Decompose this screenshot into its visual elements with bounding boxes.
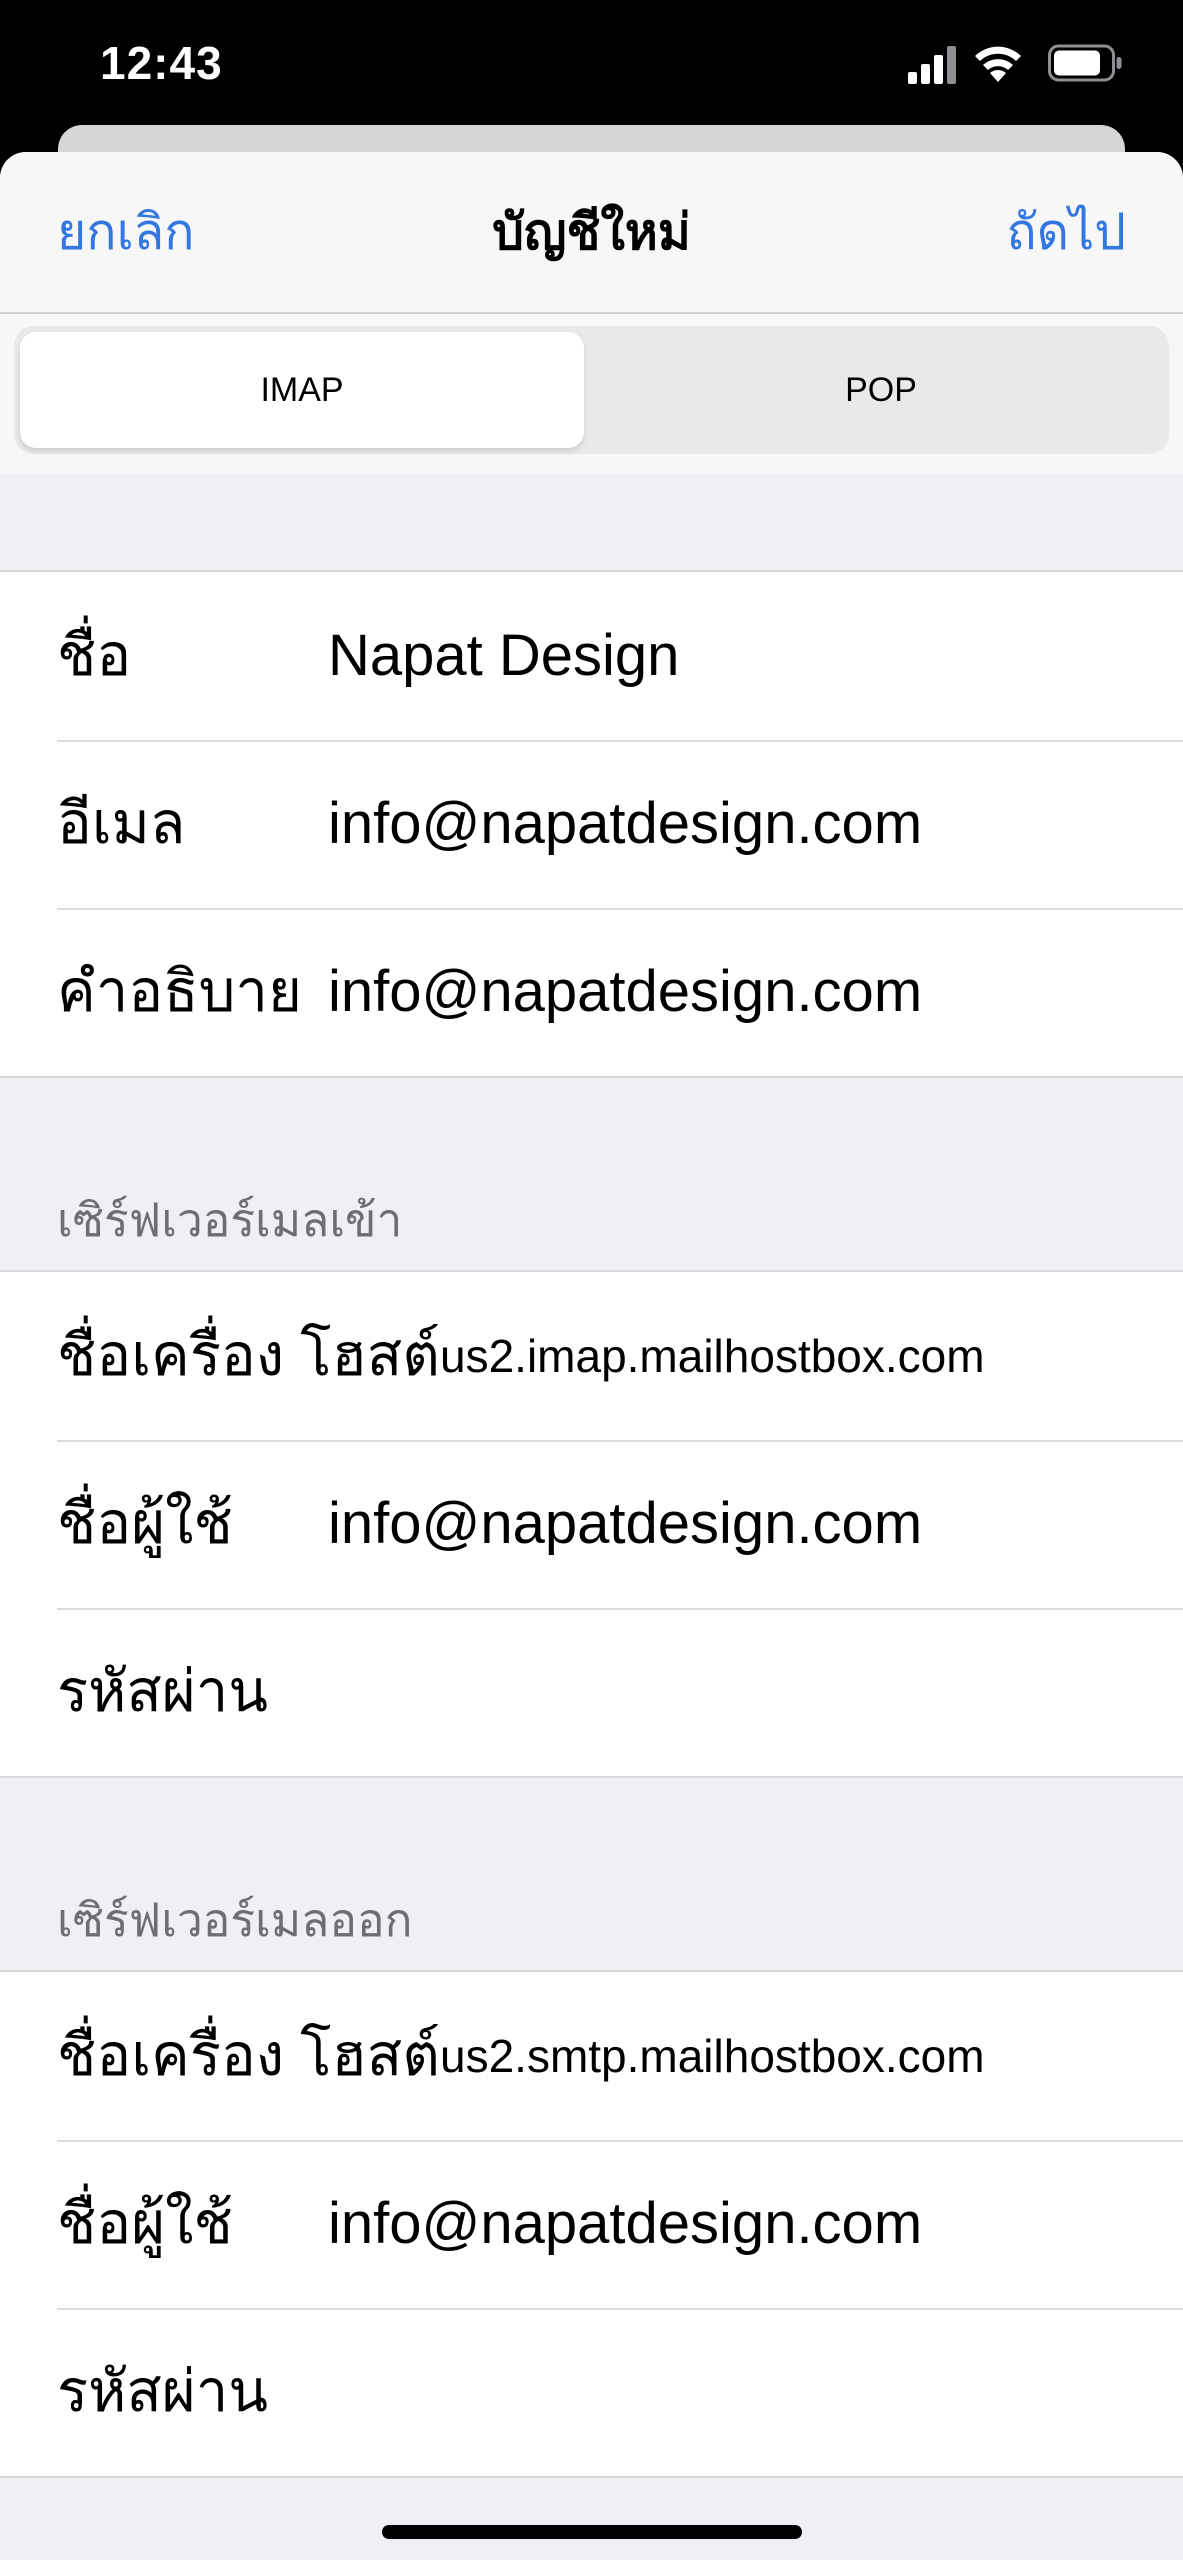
name-label: ชื่อ xyxy=(57,623,132,688)
email-row: อีเมล info@napatdesign.com xyxy=(0,740,1183,908)
outgoing-username-field[interactable]: info@napatdesign.com xyxy=(328,2140,922,2308)
email-field[interactable]: info@napatdesign.com xyxy=(328,740,922,908)
segment-pop[interactable]: POP xyxy=(599,332,1163,448)
incoming-username-row: ชื่อผู้ใช้ info@napatdesign.com xyxy=(0,1440,1183,1608)
description-row: คำอธิบาย info@napatdesign.com xyxy=(0,908,1183,1076)
incoming-host-row: ชื่อเครื่อง โฮสต์ us2.imap.mailhostbox.c… xyxy=(0,1272,1183,1440)
email-label: อีเมล xyxy=(57,791,186,856)
description-field[interactable]: info@napatdesign.com xyxy=(328,908,922,1076)
segmented-control: IMAP POP xyxy=(14,326,1169,454)
outgoing-password-row: รหัสผ่าน xyxy=(0,2308,1183,2476)
incoming-host-field[interactable]: us2.imap.mailhostbox.com xyxy=(440,1272,985,1440)
wifi-icon xyxy=(973,40,1023,84)
incoming-host-label: ชื่อเครื่อง โฮสต์ xyxy=(57,1323,440,1388)
account-info-group: ชื่อ Napat Design อีเมล info@napatdesign… xyxy=(0,570,1183,1078)
incoming-server-group: ชื่อเครื่อง โฮสต์ us2.imap.mailhostbox.c… xyxy=(0,1270,1183,1778)
outgoing-host-label: ชื่อเครื่อง โฮสต์ xyxy=(57,2023,440,2088)
outgoing-host-field[interactable]: us2.smtp.mailhostbox.com xyxy=(440,1972,985,2140)
cancel-button[interactable]: ยกเลิก xyxy=(57,202,195,262)
outgoing-server-group: ชื่อเครื่อง โฮสต์ us2.smtp.mailhostbox.c… xyxy=(0,1970,1183,2478)
protocol-selector: IMAP POP xyxy=(0,314,1183,474)
battery-icon xyxy=(1048,44,1123,82)
status-time: 12:43 xyxy=(100,37,223,89)
new-account-sheet: ยกเลิก บัญชีใหม่ ถัดไป IMAP POP ชื่อ Nap… xyxy=(0,152,1183,2560)
incoming-username-field[interactable]: info@napatdesign.com xyxy=(328,1440,922,1608)
next-button[interactable]: ถัดไป xyxy=(1006,202,1126,262)
cellular-signal-icon xyxy=(908,44,958,84)
incoming-password-row: รหัสผ่าน xyxy=(0,1608,1183,1776)
outgoing-host-row: ชื่อเครื่อง โฮสต์ us2.smtp.mailhostbox.c… xyxy=(0,1972,1183,2140)
home-indicator[interactable] xyxy=(382,2525,802,2539)
status-bar: 12:43 xyxy=(0,0,1183,125)
outgoing-password-label: รหัสผ่าน xyxy=(57,2359,268,2424)
description-label: คำอธิบาย xyxy=(57,959,302,1024)
incoming-username-label: ชื่อผู้ใช้ xyxy=(57,1491,233,1556)
name-field[interactable]: Napat Design xyxy=(328,572,679,740)
name-row: ชื่อ Napat Design xyxy=(0,572,1183,740)
outgoing-username-label: ชื่อผู้ใช้ xyxy=(57,2191,233,2256)
incoming-server-header: เซิร์ฟเวอร์เมลเข้า xyxy=(57,1194,403,1246)
screen: 12:43 ยกเลิก บัญชีใหม่ ถัดไป IMAP POP ชื… xyxy=(0,0,1183,2560)
outgoing-username-row: ชื่อผู้ใช้ info@napatdesign.com xyxy=(0,2140,1183,2308)
segment-imap[interactable]: IMAP xyxy=(20,332,584,448)
navigation-bar: ยกเลิก บัญชีใหม่ ถัดไป xyxy=(0,152,1183,314)
incoming-password-label: รหัสผ่าน xyxy=(57,1659,268,1724)
outgoing-server-header: เซิร์ฟเวอร์เมลออก xyxy=(57,1894,413,1946)
